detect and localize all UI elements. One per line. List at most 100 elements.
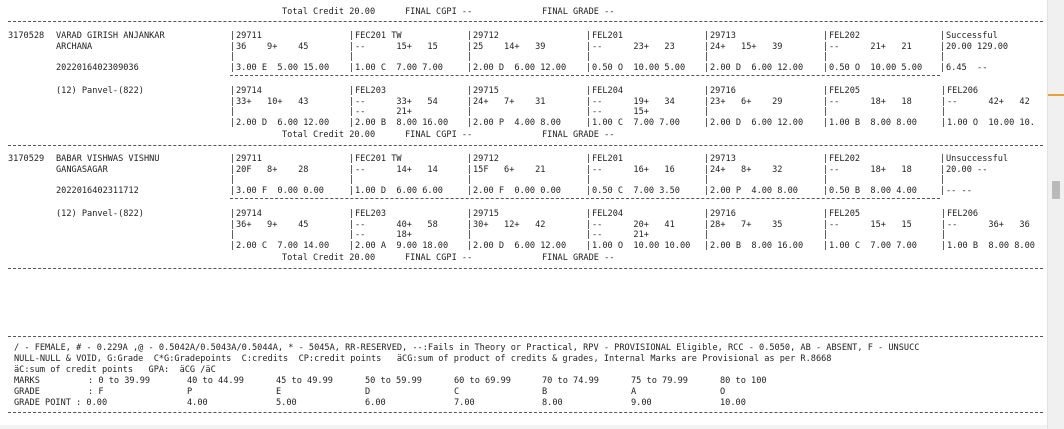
- subject-grade: 3.00 F 0.00 0.00: [236, 186, 324, 196]
- subject-code: FEC201 TW: [355, 31, 402, 41]
- col-bar: |: [586, 186, 592, 196]
- grade-letter: P: [187, 387, 193, 397]
- subject-marks-extra: -- 15+: [592, 107, 649, 117]
- subject-grade: 0.50 O 10.00 5.00: [829, 63, 923, 73]
- final-cgpi: FINAL CGPI --: [405, 130, 473, 140]
- subject-marks: -- 14+ 14: [355, 165, 438, 175]
- subject-code: FEL205: [829, 86, 861, 96]
- final-grade: FINAL GRADE --: [542, 130, 615, 140]
- student-name: VARAD GIRISH ANJANKAR: [56, 31, 165, 41]
- col-bar: |: [941, 230, 947, 240]
- subject-code: 29713: [710, 154, 736, 164]
- separator: [8, 412, 1043, 413]
- subject-marks: -- 21+ 21: [829, 42, 912, 52]
- marks-range: 40 to 44.99: [187, 376, 244, 386]
- col-bar: |: [704, 107, 710, 117]
- college-code: (12) Panvel-(822): [56, 209, 144, 219]
- col-bar: |: [823, 42, 829, 52]
- col-bar: |: [349, 118, 355, 128]
- separator: [8, 21, 1043, 22]
- grade-point-value: 4.00: [187, 398, 208, 408]
- col-bar: |: [586, 52, 592, 62]
- col-bar: |: [230, 97, 236, 107]
- col-bar: |: [941, 86, 947, 96]
- subject-grade: 0.50 B 8.00 4.00: [829, 186, 917, 196]
- grade-letter: D: [365, 387, 371, 397]
- student-name-cont: GANGASAGAR: [56, 165, 108, 175]
- grade-point-value: 6.00: [365, 398, 386, 408]
- subject-code: FEL202: [829, 31, 861, 41]
- col-bar: |: [704, 209, 710, 219]
- marks-range: 75 to 79.99: [631, 376, 688, 386]
- col-bar: |: [467, 220, 473, 230]
- subject-grade: 0.50 O 10.00 5.00: [592, 63, 686, 73]
- subject-marks: 15F 6+ 21: [473, 165, 546, 175]
- col-bar: |: [704, 241, 710, 251]
- col-bar: |: [467, 175, 473, 185]
- grade-letter: : F: [88, 387, 104, 397]
- separator: [8, 145, 1043, 146]
- col-bar: |: [586, 86, 592, 96]
- col-bar: |: [586, 175, 592, 185]
- block-separator: [230, 198, 940, 199]
- col-bar: |: [467, 52, 473, 62]
- vertical-scrollbar[interactable]: [1047, 0, 1064, 429]
- subject-grade: 2.00 D 6.00 12.00: [473, 241, 567, 251]
- subject-marks: 25 14+ 39: [473, 42, 546, 52]
- subject-code: 29716: [710, 209, 736, 219]
- col-bar: |: [230, 230, 236, 240]
- result-sgpi: 6.45 --: [946, 63, 988, 73]
- col-bar: |: [823, 63, 829, 73]
- col-bar: |: [823, 107, 829, 117]
- gazette-document: Total Credit 20.00 FINAL CGPI -- FINAL G…: [0, 0, 1048, 429]
- subject-marks: 20F 8+ 28: [236, 165, 309, 175]
- col-bar: |: [704, 154, 710, 164]
- col-bar: |: [823, 86, 829, 96]
- subject-grade: 2.00 D 6.00 12.00: [710, 118, 804, 128]
- legend-line: äC:sum of credit points GPA: äCG /äC: [14, 365, 216, 375]
- grade-point-label: GRADE POINT : 0.00: [14, 398, 108, 408]
- col-bar: |: [586, 209, 592, 219]
- subject-code: 29716: [710, 86, 736, 96]
- col-bar: |: [704, 175, 710, 185]
- total-credit: Total Credit 20.00: [282, 130, 376, 140]
- subject-grade: 1.00 B 8.00 8.00: [829, 118, 917, 128]
- subject-code: FEL202: [829, 154, 861, 164]
- student-name: BABAR VISHWAS VISHNU: [56, 154, 160, 164]
- subject-marks: 28+ 7+ 35: [710, 220, 783, 230]
- grade-letter: C: [454, 387, 460, 397]
- col-bar: |: [940, 31, 946, 41]
- result-credits: 20.00 --: [946, 165, 988, 175]
- subject-code: 29714: [236, 86, 262, 96]
- col-bar: |: [467, 63, 473, 73]
- subject-grade: 2.00 A 9.00 18.00: [355, 241, 449, 251]
- grade-letter: A: [631, 387, 637, 397]
- subject-marks-extra: -- 21+: [592, 230, 649, 240]
- subject-grade: 1.00 O 10.00 10.: [947, 118, 1035, 128]
- col-bar: |: [467, 165, 473, 175]
- col-bar: |: [467, 230, 473, 240]
- subject-grade: 1.00 D 6.00 6.00: [355, 186, 443, 196]
- col-bar: |: [467, 241, 473, 251]
- subject-marks: -- 23+ 23: [592, 42, 675, 52]
- col-bar: |: [467, 209, 473, 219]
- subject-marks: 23+ 6+ 29: [710, 97, 783, 107]
- col-bar: |: [467, 154, 473, 164]
- horizontal-scrollbar[interactable]: [0, 425, 1048, 429]
- col-bar: |: [586, 220, 592, 230]
- subject-grade: 2.00 F 0.00 0.00: [473, 186, 561, 196]
- subject-code: 29711: [236, 154, 262, 164]
- subject-grade: 2.00 D 6.00 12.00: [710, 63, 804, 73]
- subject-marks: -- 36+ 36: [947, 220, 1030, 230]
- marks-label: MARKS: [14, 376, 40, 386]
- final-cgpi: FINAL CGPI --: [405, 253, 473, 263]
- total-credit: Total Credit 20.00: [282, 253, 376, 263]
- grade-letter: O: [720, 387, 726, 397]
- col-bar: |: [704, 165, 710, 175]
- separator: [8, 268, 1043, 269]
- col-bar: |: [941, 209, 947, 219]
- subject-code: FEC201 TW: [355, 154, 402, 164]
- subject-code: 29714: [236, 209, 262, 219]
- college-code: (12) Panvel-(822): [56, 86, 144, 96]
- scrollbar-thumb[interactable]: [1052, 181, 1060, 199]
